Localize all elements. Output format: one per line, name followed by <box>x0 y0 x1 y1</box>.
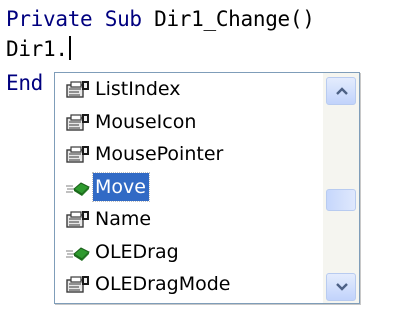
completion-item-name[interactable]: Name <box>55 204 323 236</box>
completion-item-label: Move <box>92 171 150 202</box>
typed-text: Dir1. <box>6 37 68 61</box>
method-icon <box>65 243 91 263</box>
chevron-down-icon <box>336 283 348 291</box>
code-line-2: Dir1. <box>6 34 71 64</box>
code-editor[interactable]: Private Sub Dir1_Change() Dir1. End Sub … <box>0 0 406 311</box>
completion-item-label: MouseIcon <box>95 110 197 133</box>
procedure-name: Dir1_Change() <box>154 7 315 31</box>
scroll-thumb[interactable] <box>326 189 356 211</box>
property-icon <box>65 210 91 230</box>
completion-item-label: OLEDrag <box>95 240 179 263</box>
text-caret <box>68 36 71 60</box>
code-line-3: End Sub <box>6 72 54 98</box>
code-line-1: Private Sub Dir1_Change() <box>6 4 315 34</box>
completion-item-label: OLEDragMode <box>95 273 231 295</box>
property-icon <box>65 113 91 133</box>
scroll-up-button[interactable] <box>326 77 356 105</box>
completion-item-oledragmode[interactable]: OLEDragMode <box>55 269 323 301</box>
keyword-sub: Sub <box>104 7 142 31</box>
completion-item-oledrag[interactable]: OLEDrag <box>55 237 323 269</box>
completion-item-mouseicon[interactable]: MouseIcon <box>55 107 323 139</box>
completion-item-label: ListIndex <box>95 78 181 100</box>
chevron-up-icon <box>336 87 348 95</box>
keyword-end-sub: End Sub <box>6 72 44 95</box>
property-icon <box>65 80 91 100</box>
completion-item-listindex[interactable]: ListIndex <box>55 74 323 106</box>
property-icon <box>65 145 91 165</box>
completion-listbox[interactable]: ListIndex MouseIcon MousePointer Move Name OL… <box>54 72 360 304</box>
completion-item-mousepointer[interactable]: MousePointer <box>55 139 323 171</box>
completion-item-label: MousePointer <box>95 143 224 165</box>
property-icon <box>65 275 91 295</box>
vertical-scrollbar[interactable] <box>323 73 359 303</box>
completion-item-move[interactable]: Move <box>55 171 323 204</box>
completion-item-label: Name <box>95 208 152 230</box>
keyword-private: Private <box>6 7 93 31</box>
method-icon <box>65 178 91 198</box>
scroll-down-button[interactable] <box>326 273 356 301</box>
code-line-3-clip: End Sub <box>6 72 54 98</box>
